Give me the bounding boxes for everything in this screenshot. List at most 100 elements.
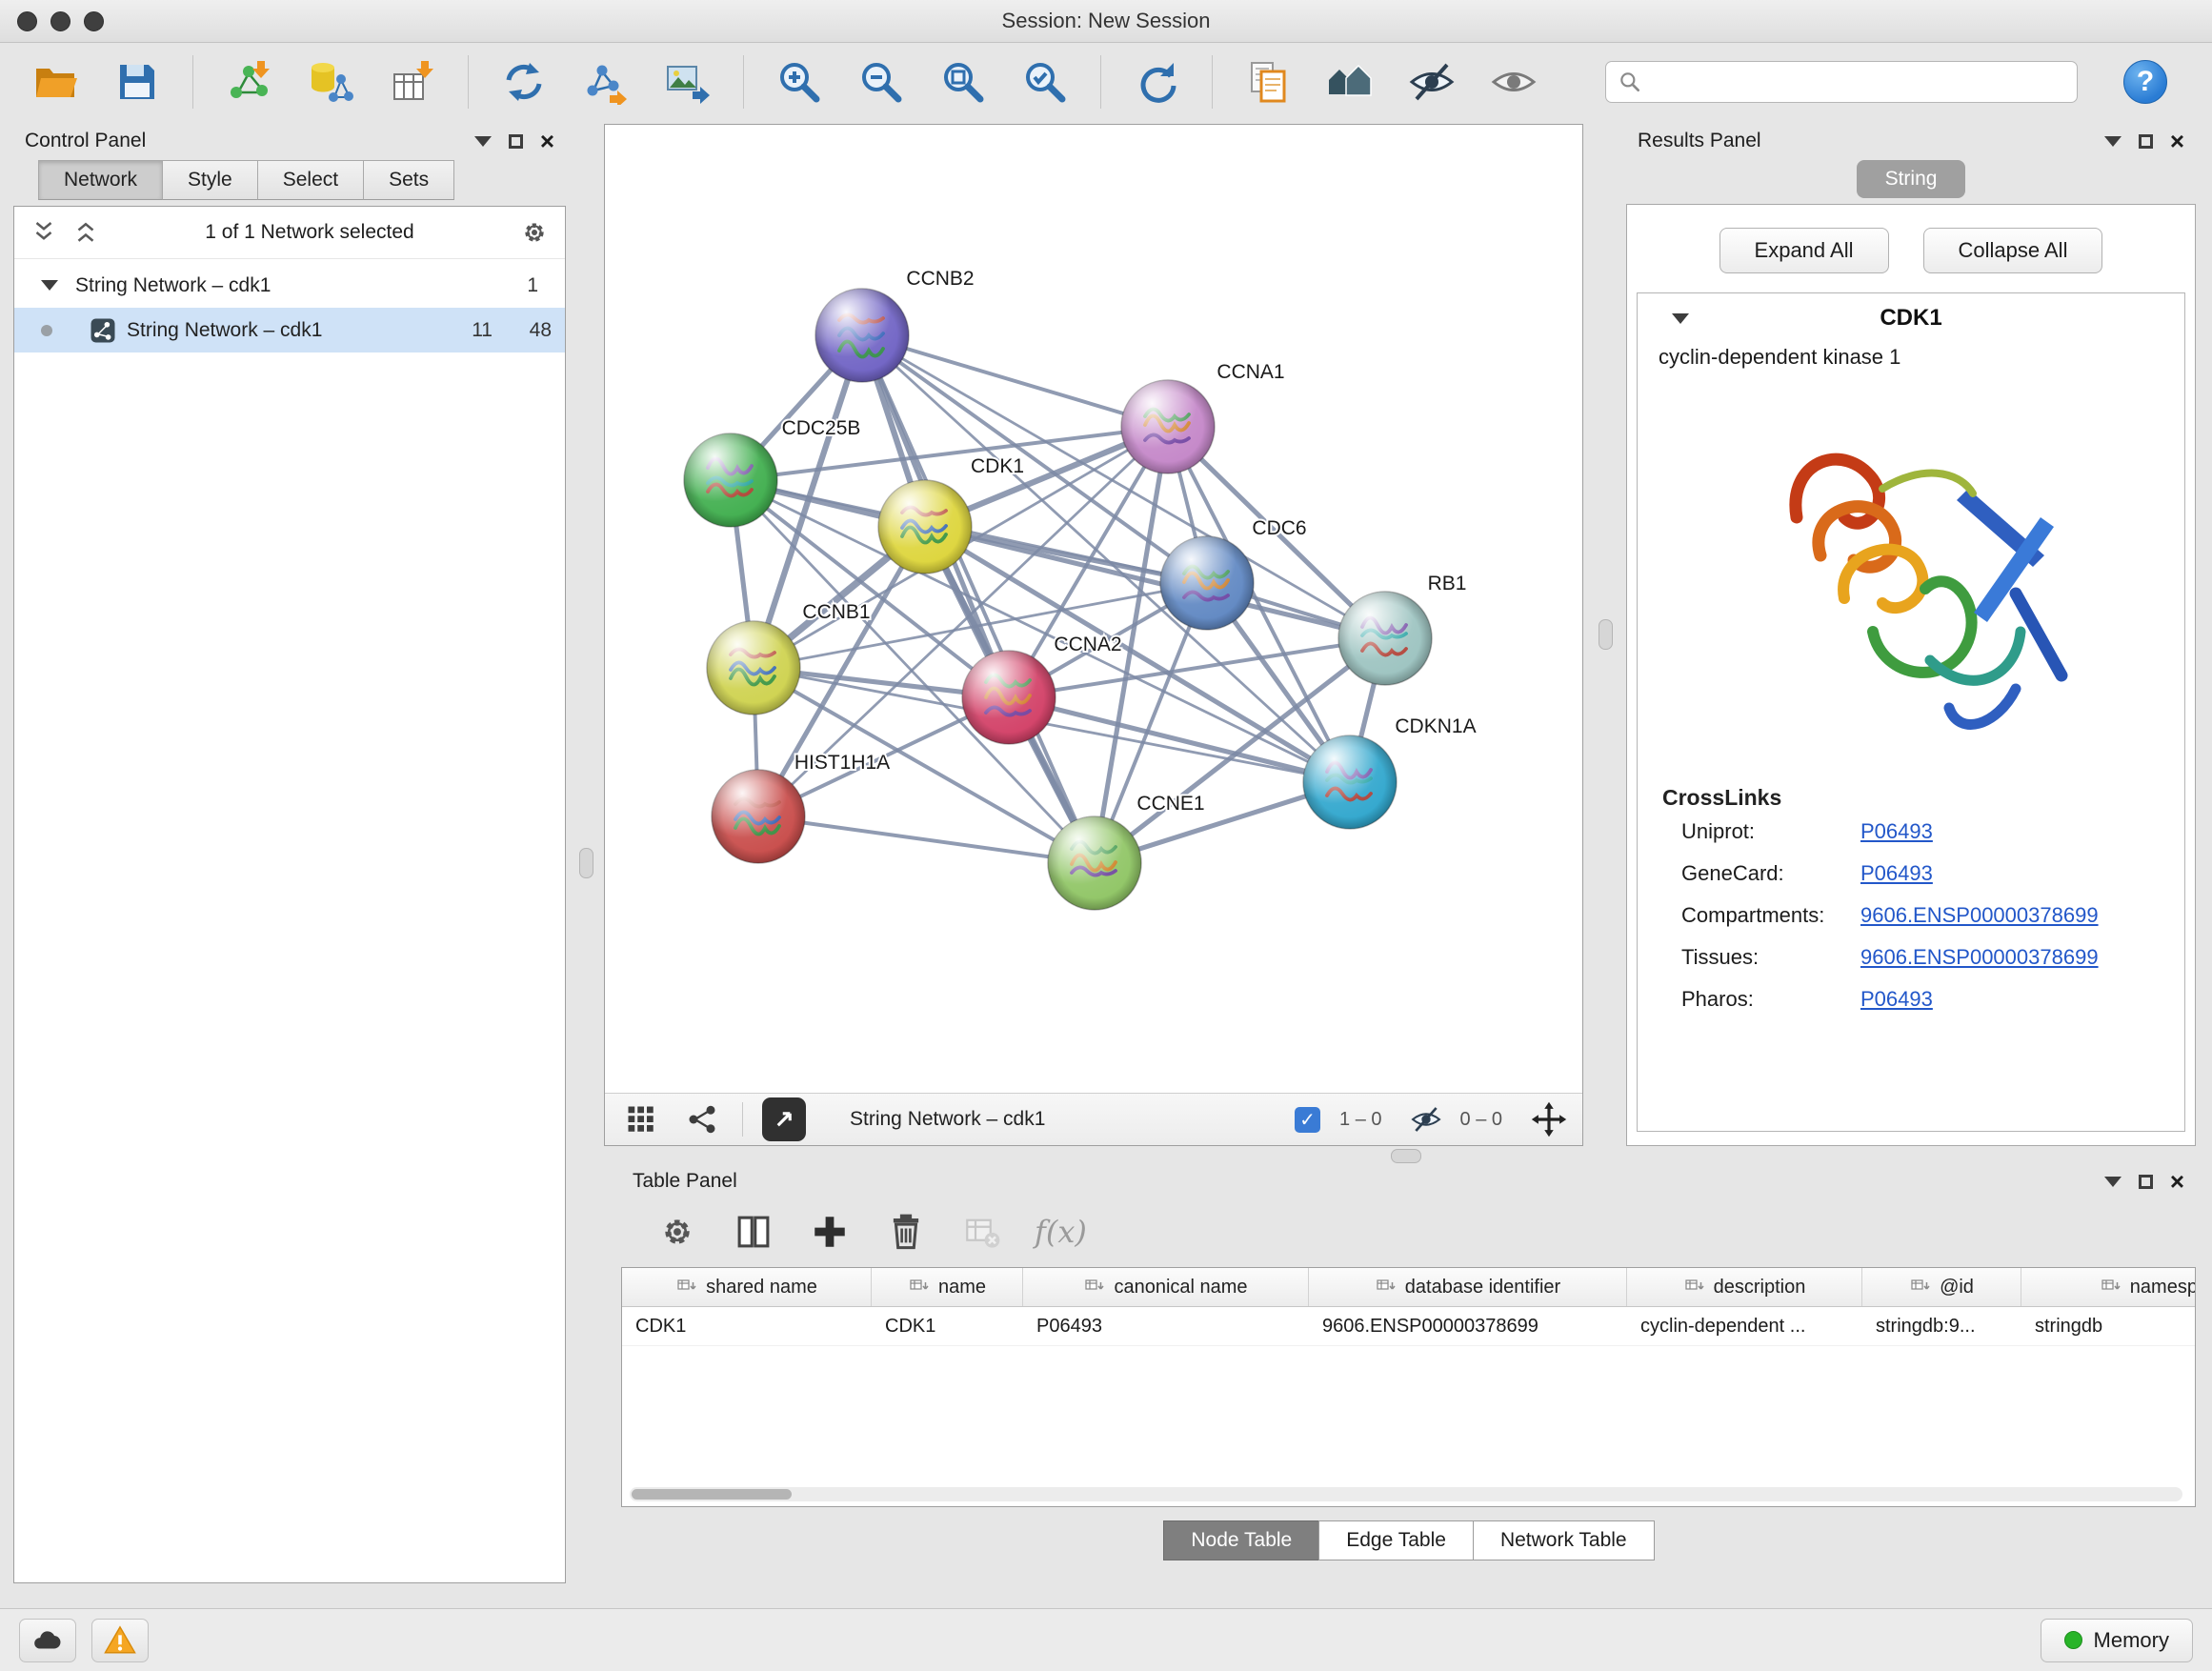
table-cell[interactable]: stringdb:9... [1862,1307,2021,1345]
open-button[interactable] [21,50,90,113]
help-button[interactable]: ? [2123,60,2167,104]
table-cell[interactable]: 9606.ENSP00000378699 [1309,1307,1627,1345]
expand-all-button[interactable]: Expand All [1719,228,1889,273]
table-settings-button[interactable] [654,1208,701,1256]
show-columns-button[interactable] [730,1208,777,1256]
panel-collapse-icon[interactable] [2104,1177,2122,1187]
panel-close-icon[interactable]: × [2170,1169,2184,1194]
edge-ccnb2-ccne1[interactable] [862,335,1095,863]
tab-node-table[interactable]: Node Table [1163,1520,1319,1560]
panel-close-icon[interactable]: × [540,129,554,153]
panel-collapse-icon[interactable] [2104,136,2122,147]
column-header-name[interactable]: name [872,1268,1023,1306]
selected-checkbox-icon[interactable]: ✓ [1295,1107,1320,1133]
import-table-button[interactable] [378,50,447,113]
column-header-database-identifier[interactable]: database identifier [1309,1268,1627,1306]
scrollbar-thumb[interactable] [632,1489,792,1500]
table-cell[interactable]: cyclin-dependent ... [1627,1307,1862,1345]
node-cdc25b[interactable] [684,433,777,527]
column-header-canonical-name[interactable]: canonical name [1023,1268,1309,1306]
collapse-all-button[interactable]: Collapse All [1923,228,2103,273]
delete-column-button[interactable] [882,1208,930,1256]
show-all-button[interactable] [1479,50,1548,113]
import-network-db-button[interactable] [296,50,365,113]
table-cell[interactable]: CDK1 [622,1307,872,1345]
export-network-button[interactable] [572,50,640,113]
edge-ccnb2-ccna1[interactable] [862,335,1168,427]
gene-header[interactable]: CDK1 [1638,293,2184,343]
undo-button[interactable] [490,50,558,113]
gene-collapse-icon[interactable] [1672,313,1689,324]
save-button[interactable] [103,50,171,113]
tab-edge-table[interactable]: Edge Table [1318,1520,1474,1560]
tab-select[interactable]: Select [257,160,364,200]
zoom-in-button[interactable] [765,50,834,113]
add-column-button[interactable] [806,1208,854,1256]
crosslink-link[interactable]: P06493 [1860,987,1933,1012]
panel-float-icon[interactable] [2139,134,2153,149]
import-network-file-button[interactable] [214,50,283,113]
tab-network[interactable]: Network [38,160,163,200]
hide-selected-button[interactable] [1398,50,1466,113]
control-splitter-handle[interactable] [579,848,593,878]
tab-string[interactable]: String [1857,160,1966,198]
apply-layout-button[interactable] [1122,50,1191,113]
network-options-gear-icon[interactable] [519,217,550,248]
column-header--id[interactable]: @id [1862,1268,2021,1306]
tree-expand-icon[interactable] [41,280,58,291]
crosslink-link[interactable]: P06493 [1860,861,1933,886]
export-image-button[interactable] [654,50,722,113]
column-header-namespace[interactable]: namespace [2021,1268,2196,1306]
table-splitter-handle[interactable] [1391,1149,1421,1163]
table-cell[interactable]: CDK1 [872,1307,1023,1345]
column-header-shared-name[interactable]: shared name [622,1268,872,1306]
node-cdkn1a[interactable] [1303,735,1397,829]
network-row[interactable]: String Network – cdk1 11 48 [14,308,565,352]
zoom-selected-button[interactable] [1011,50,1079,113]
node-cdc6[interactable] [1160,536,1254,630]
tab-style[interactable]: Style [162,160,258,200]
network-overview-button[interactable] [681,1098,723,1140]
panel-float-icon[interactable] [2139,1175,2153,1189]
panel-float-icon[interactable] [509,134,523,149]
export-view-button[interactable] [762,1097,806,1141]
node-ccnb1[interactable] [707,621,800,715]
copy-button[interactable] [1234,50,1302,113]
node-cdk1[interactable] [878,480,972,574]
first-neighbors-button[interactable] [1316,50,1384,113]
results-splitter-handle[interactable] [1599,619,1613,650]
network-canvas[interactable]: CCNB2CCNA1CDC25BCDK1CDC6RB1CCNB1CCNA2CDK… [605,125,1582,1093]
expand-all-icon[interactable] [71,218,100,247]
zoom-out-button[interactable] [847,50,915,113]
panel-collapse-icon[interactable] [474,136,492,147]
birds-eye-view-button[interactable] [620,1098,662,1140]
crosslink-link[interactable]: 9606.ENSP00000378699 [1860,903,2099,928]
search-box[interactable] [1605,61,2078,103]
panel-close-icon[interactable]: × [2170,129,2184,153]
node-rb1[interactable] [1338,592,1432,685]
pan-move-icon[interactable] [1531,1101,1567,1137]
node-ccna2[interactable] [962,651,1056,744]
edge-hist1h1a-ccne1[interactable] [758,816,1095,863]
column-header-description[interactable]: description [1627,1268,1862,1306]
tab-sets[interactable]: Sets [363,160,454,200]
crosslink-link[interactable]: P06493 [1860,819,1933,844]
node-hist1h1a[interactable] [712,770,805,863]
cloud-status-button[interactable] [19,1619,76,1662]
node-ccna1[interactable] [1121,380,1215,473]
collapse-all-icon[interactable] [30,218,58,247]
table-horizontal-scrollbar[interactable] [630,1487,2182,1501]
table-cell[interactable]: P06493 [1023,1307,1309,1345]
node-ccnb2[interactable] [815,289,909,382]
node-ccne1[interactable] [1048,816,1141,910]
warnings-button[interactable] [91,1619,149,1662]
crosslink-link[interactable]: 9606.ENSP00000378699 [1860,945,2099,970]
network-collection-row[interactable]: String Network – cdk1 1 [14,263,565,308]
hidden-eye-icon[interactable] [1411,1104,1441,1135]
zoom-fit-button[interactable] [929,50,997,113]
tab-network-table[interactable]: Network Table [1473,1520,1655,1560]
memory-button[interactable]: Memory [2041,1619,2193,1662]
table-row[interactable]: CDK1CDK1P064939606.ENSP00000378699cyclin… [622,1307,2195,1346]
table-cell[interactable]: stringdb [2021,1307,2196,1345]
search-input[interactable] [1650,70,2065,93]
